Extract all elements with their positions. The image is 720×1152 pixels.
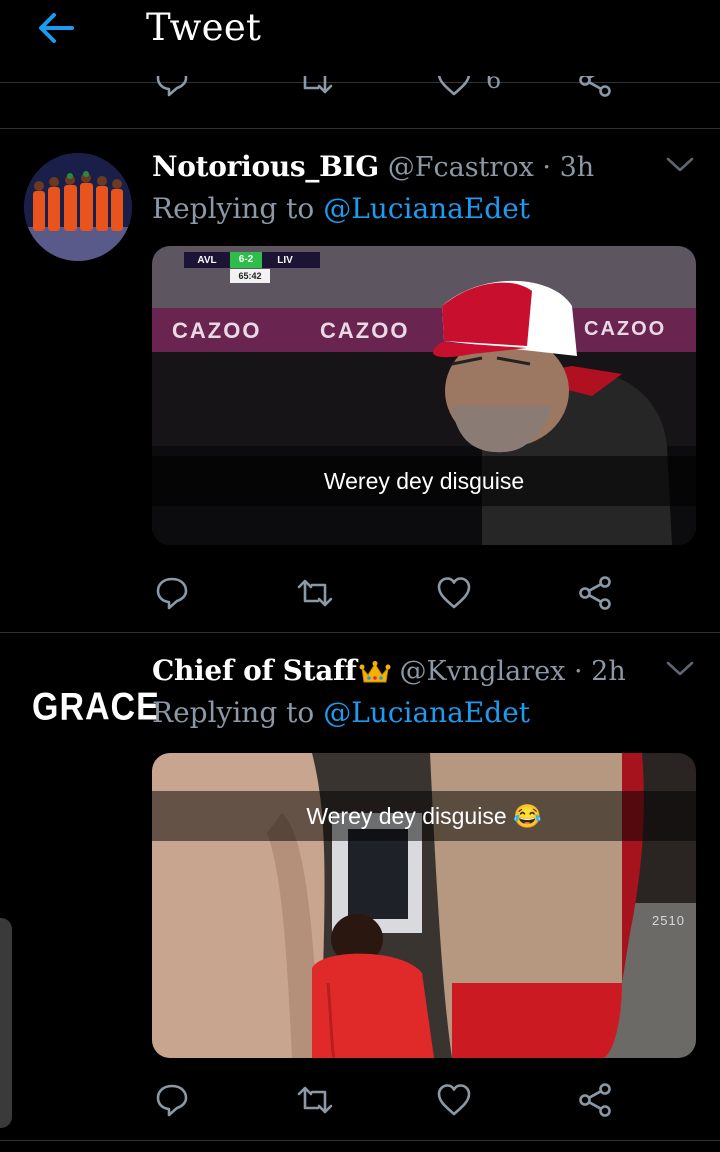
media-caption: Werey dey disguise 😂 — [152, 791, 696, 841]
like-button[interactable] — [436, 1080, 472, 1120]
reply-icon — [156, 76, 188, 97]
prev-tweet-action-bar: 6 — [0, 76, 720, 106]
match-clock: 65:42 — [230, 269, 270, 283]
avatar[interactable]: GRACE — [20, 674, 159, 744]
mention-link[interactable]: @LucianaEdet — [323, 696, 530, 729]
retweet-icon — [297, 1086, 333, 1114]
page-title: Tweet — [146, 6, 262, 49]
tweet-divider — [0, 632, 720, 633]
heart-icon — [437, 76, 471, 96]
author-name[interactable]: Notorious_BIG — [152, 150, 379, 183]
like-button[interactable]: 6 — [436, 76, 501, 100]
share-button[interactable] — [578, 1080, 612, 1120]
meta-separator: · — [533, 152, 560, 183]
replying-prefix: Replying to — [152, 192, 315, 225]
tweet-time: 2h — [591, 656, 626, 687]
retweet-button[interactable] — [296, 1080, 334, 1120]
board-text: CAZOO — [172, 318, 262, 343]
avatar[interactable] — [24, 153, 132, 261]
retweet-icon — [297, 579, 333, 607]
retweet-button[interactable] — [296, 76, 334, 100]
board-text: CAZOO — [584, 318, 667, 340]
like-button[interactable] — [436, 573, 472, 613]
tweet-notorious-big[interactable]: Notorious_BIG @Fcastrox · 3h Replying to… — [0, 130, 720, 632]
reply-button[interactable] — [154, 76, 190, 100]
share-icon — [579, 1083, 611, 1117]
retweet-icon — [303, 76, 333, 94]
replying-prefix: Replying to — [152, 696, 315, 729]
tweet-divider — [0, 128, 720, 129]
tweet-options-button[interactable] — [664, 658, 696, 680]
away-team: LIV — [277, 254, 293, 266]
scoreboard: AVL 6-2 LIV 65:42 — [184, 252, 320, 286]
share-button[interactable] — [578, 76, 612, 100]
tweet-time: 3h — [559, 152, 595, 183]
reply-button[interactable] — [154, 1080, 190, 1120]
share-icon — [579, 576, 611, 610]
tweet-chief-of-staff[interactable]: GRACE Chief of Staff @Kvnglarex · 2h Rep… — [0, 634, 720, 1140]
crown-icon — [359, 660, 391, 682]
media-caption: Werey dey disguise — [152, 456, 696, 506]
author-line: Chief of Staff @Kvnglarex · 2h — [152, 654, 626, 687]
chevron-down-icon — [666, 157, 694, 172]
tweet-media-image[interactable]: AVL 6-2 LIV 65:42 CAZOO CAZOO CAZOO Were… — [152, 246, 696, 545]
like-count: 6 — [486, 76, 502, 94]
author-handle[interactable]: @Fcastrox — [388, 152, 534, 183]
avatar-text: GRACE — [32, 685, 160, 729]
scroll-handle[interactable] — [0, 918, 12, 1128]
author-line: Notorious_BIG @Fcastrox · 3h — [152, 150, 594, 183]
tweet-action-bar — [0, 573, 720, 613]
reply-icon — [156, 1084, 188, 1117]
chevron-down-icon — [666, 661, 694, 676]
cazoo-board: CAZOO CAZOO CAZOO — [152, 316, 696, 344]
board-text: CAZOO — [320, 318, 410, 343]
score: 6-2 — [230, 252, 262, 268]
mention-link[interactable]: @LucianaEdet — [323, 192, 530, 225]
replying-to: Replying to @LucianaEdet — [152, 192, 530, 225]
tweet-media-image[interactable]: Werey dey disguise 😂 2510 — [152, 753, 696, 1058]
replying-to: Replying to @LucianaEdet — [152, 696, 530, 729]
avatar-image — [24, 153, 132, 261]
retweet-button[interactable] — [296, 573, 334, 613]
share-button[interactable] — [578, 573, 612, 613]
reply-icon — [156, 577, 188, 610]
author-handle[interactable]: @Kvnglarex — [399, 656, 565, 687]
arrow-left-icon — [39, 13, 74, 43]
tweet-action-bar — [0, 1080, 720, 1120]
top-bar: Tweet — [0, 0, 720, 82]
heart-icon — [437, 1084, 471, 1116]
share-icon — [579, 76, 611, 97]
back-button[interactable] — [36, 10, 76, 46]
reply-button[interactable] — [154, 573, 190, 613]
meta-separator: · — [565, 656, 592, 687]
tweet-divider — [0, 1140, 720, 1141]
heart-icon — [437, 577, 471, 609]
home-team: AVL — [197, 254, 217, 266]
sign-text: 2510 — [652, 913, 685, 928]
author-name[interactable]: Chief of Staff — [152, 654, 357, 687]
tweet-options-button[interactable] — [664, 154, 696, 176]
